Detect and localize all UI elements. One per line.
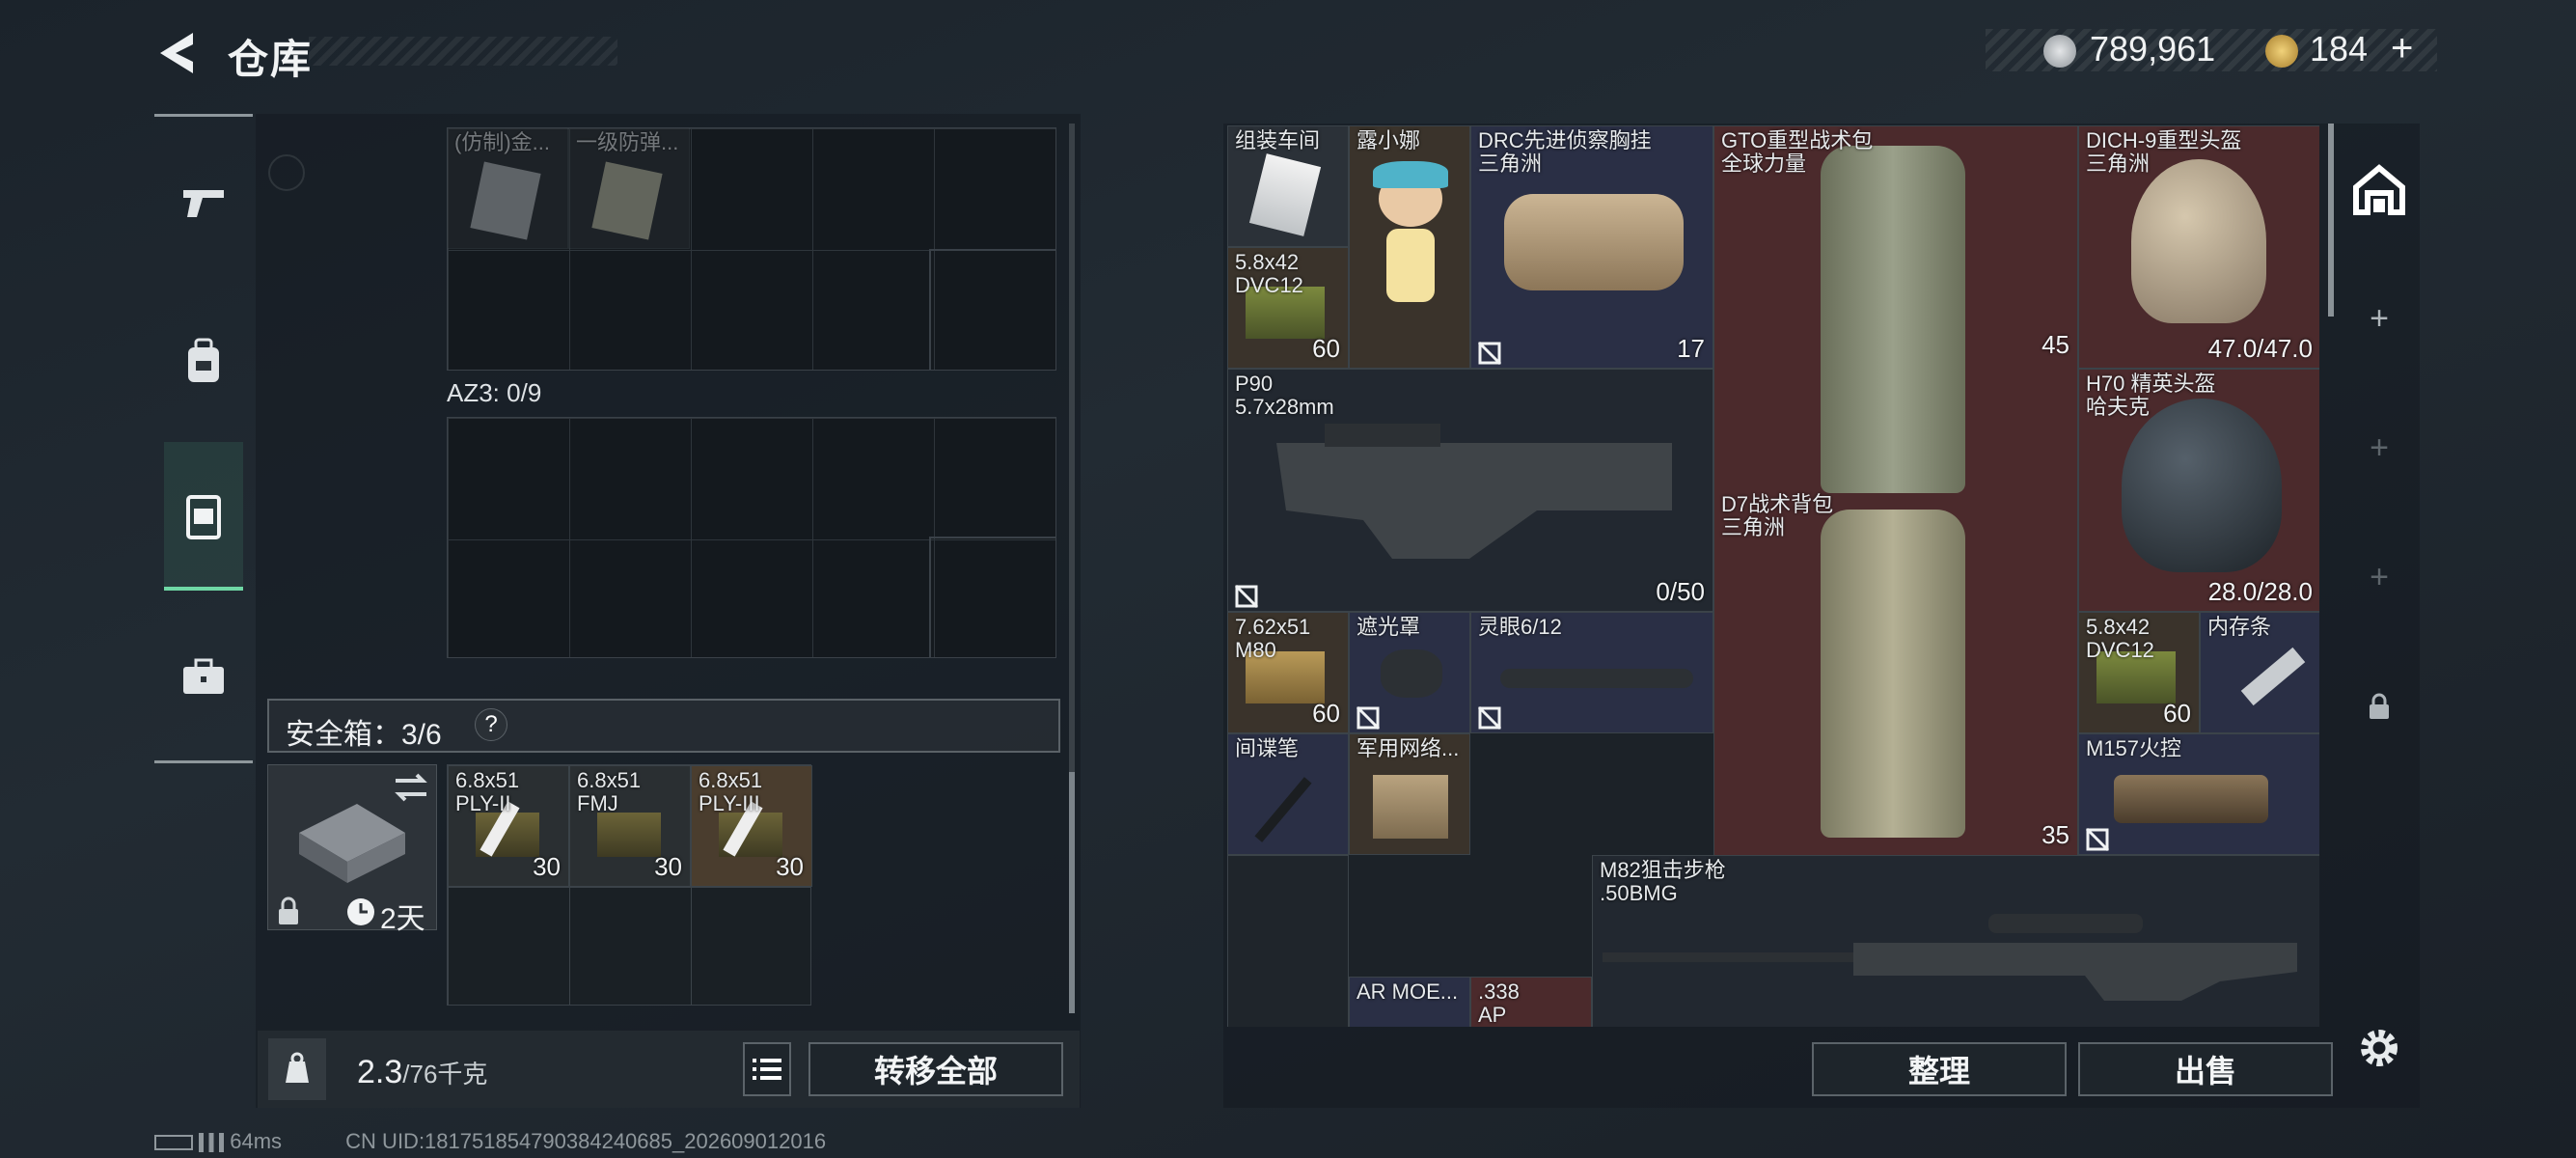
list-view-button[interactable] xyxy=(743,1042,791,1096)
lock-icon xyxy=(2370,693,2389,719)
weight-icon xyxy=(286,1052,309,1083)
item-spy-pen[interactable]: 间谍笔 xyxy=(1227,733,1349,855)
grid-blocked-corner xyxy=(929,249,1056,371)
silver-currency-value: 789,961 xyxy=(2090,29,2216,69)
item-338-ap[interactable]: .338 AP xyxy=(1470,977,1592,1027)
weight-capacity: /76千克 xyxy=(402,1060,488,1089)
add-currency-button[interactable]: + xyxy=(2391,27,2413,70)
safebox-grid[interactable]: 6.8x51 PLY-II 30 6.8x51 FMJ 30 6.8x51 PLY-… xyxy=(447,764,812,1006)
tab-briefcase[interactable] xyxy=(164,637,243,716)
item-m82-sniper-rifle[interactable]: M82狙击步枪 .50BMG xyxy=(1592,855,2319,1027)
sell-button[interactable]: 出售 xyxy=(2078,1042,2333,1096)
gold-currency-value: 184 xyxy=(2310,29,2369,69)
plus-icon: + xyxy=(2370,558,2389,595)
weight-value: 2.3 xyxy=(357,1054,403,1090)
help-button[interactable]: ? xyxy=(475,708,507,741)
faded-circle xyxy=(268,154,305,191)
warehouse-grid[interactable]: 组装车间 露小娜 DRC先进侦察胸挂 三角洲 17 GTO重型战术包 全球力量 45… xyxy=(1227,125,2319,1027)
no-insure-icon xyxy=(1477,705,1502,731)
sidebar-bottom-line xyxy=(154,760,253,763)
item-memory-stick[interactable]: 内存条 xyxy=(2200,612,2319,733)
clock-icon xyxy=(347,898,374,925)
no-insure-icon xyxy=(2085,827,2110,852)
item-lens-hood[interactable]: 遮光罩 xyxy=(1349,612,1470,733)
weight-icon-box xyxy=(268,1038,326,1100)
gear-icon xyxy=(2361,1030,2398,1066)
item-m157-fire-control[interactable]: M157火控 xyxy=(2078,733,2319,855)
item-dich9-helmet[interactable]: DICH-9重型头盔 三角洲 47.0/47.0 xyxy=(2078,125,2319,369)
safe-item-ply3[interactable]: 6.8x51 PLY-III 30 xyxy=(691,765,812,887)
add-tab-button-2[interactable]: + xyxy=(2344,413,2414,482)
m82-rifle-icon xyxy=(1603,914,2297,1001)
item-ammo-5-8-dvc12-b[interactable]: 5.8x42 DVC12 60 xyxy=(2078,612,2200,733)
item-lingyan-scope[interactable]: 灵眼6/12 xyxy=(1470,612,1713,733)
tab-safebox[interactable] xyxy=(164,477,243,556)
right-scroll-thumb[interactable] xyxy=(2328,124,2334,317)
p90-weapon-icon xyxy=(1276,424,1672,559)
grid-empty-row[interactable] xyxy=(1227,855,1349,1027)
warehouse-icon xyxy=(2353,164,2405,215)
settings-button[interactable] xyxy=(2354,1023,2404,1073)
add-tab-button-1[interactable]: + xyxy=(2344,284,2414,353)
weight-display: 2.3/76千克 xyxy=(357,1054,487,1091)
tab-backpack[interactable] xyxy=(164,322,243,401)
case-icon xyxy=(186,495,221,539)
page-title: 仓库 xyxy=(228,37,314,82)
no-insure-icon xyxy=(1356,705,1381,731)
item-drc-chest-rig[interactable]: DRC先进侦察胸挂 三角洲 17 xyxy=(1470,125,1713,369)
battery-icon xyxy=(154,1135,193,1151)
item-p90[interactable]: P90 5.7x28mm 0/50 xyxy=(1227,369,1713,612)
status-footer: 64ms CN UID:1817518547903842406​85_20260… xyxy=(154,1129,826,1154)
backpack-icon xyxy=(188,338,219,382)
safebox-days: 2天 xyxy=(380,903,425,935)
left-scroll-thumb[interactable] xyxy=(1069,772,1075,1013)
silver-coin-icon xyxy=(2043,35,2076,68)
ping-value: 64ms xyxy=(230,1129,283,1153)
swap-icon[interactable] xyxy=(392,771,430,804)
safebox-case[interactable]: 2天 xyxy=(267,764,437,935)
gold-coin-icon xyxy=(2265,35,2298,68)
safebox-case-icon xyxy=(299,804,405,883)
uid-text: CN UID:1817518547903842406​85_2026090120… xyxy=(345,1129,827,1153)
briefcase-icon xyxy=(183,658,224,694)
signal-icon xyxy=(199,1133,225,1153)
plus-icon: + xyxy=(2370,428,2389,466)
item-military-network[interactable]: 军用网络... xyxy=(1349,733,1470,855)
item-h70-helmet[interactable]: H70 精英头盔 哈夫克 28.0/28.0 xyxy=(2078,369,2319,612)
item-assembly-workshop[interactable]: 组装车间 xyxy=(1227,125,1349,247)
tab-weapons[interactable] xyxy=(164,164,243,243)
no-insure-icon xyxy=(1234,584,1259,609)
pistol-icon xyxy=(183,190,224,217)
plus-icon: + xyxy=(2370,299,2389,337)
warehouse-tab[interactable] xyxy=(2344,154,2414,224)
item-ar-moe[interactable]: AR MOE... xyxy=(1349,977,1470,1027)
sort-button[interactable]: 整理 xyxy=(1812,1042,2067,1096)
list-icon xyxy=(753,1059,781,1080)
faded-item-1[interactable]: (仿制)金... xyxy=(447,127,568,249)
safe-item-ply2[interactable]: 6.8x51 PLY-II 30 xyxy=(448,765,569,887)
locked-tab[interactable] xyxy=(2344,672,2414,741)
sidebar-top-line xyxy=(154,114,253,117)
no-insure-icon xyxy=(1477,341,1502,366)
faded-items: (仿制)金... 一级防弹... xyxy=(447,127,690,249)
add-tab-button-3[interactable]: + xyxy=(2344,542,2414,612)
faded-item-2[interactable]: 一级防弹... xyxy=(568,127,690,249)
item-lu-xiaona[interactable]: 露小娜 xyxy=(1349,125,1470,369)
item-ammo-7-62-m80[interactable]: 7.62x51 M80 60 xyxy=(1227,612,1349,733)
az3-label: AZ3: 0/9 xyxy=(447,378,542,407)
safebox-label: 安全箱：3/6 xyxy=(286,719,442,751)
lock-icon xyxy=(279,896,298,924)
az3-grid-blocked-corner xyxy=(929,537,1056,658)
safe-item-fmj[interactable]: 6.8x51 FMJ 30 xyxy=(569,765,691,887)
title-underline xyxy=(309,37,617,66)
back-arrow-icon[interactable] xyxy=(154,29,199,77)
item-ammo-5-8-dvc12[interactable]: 5.8x42 DVC12 60 xyxy=(1227,247,1349,369)
transfer-all-button[interactable]: 转移全部 xyxy=(808,1042,1063,1096)
